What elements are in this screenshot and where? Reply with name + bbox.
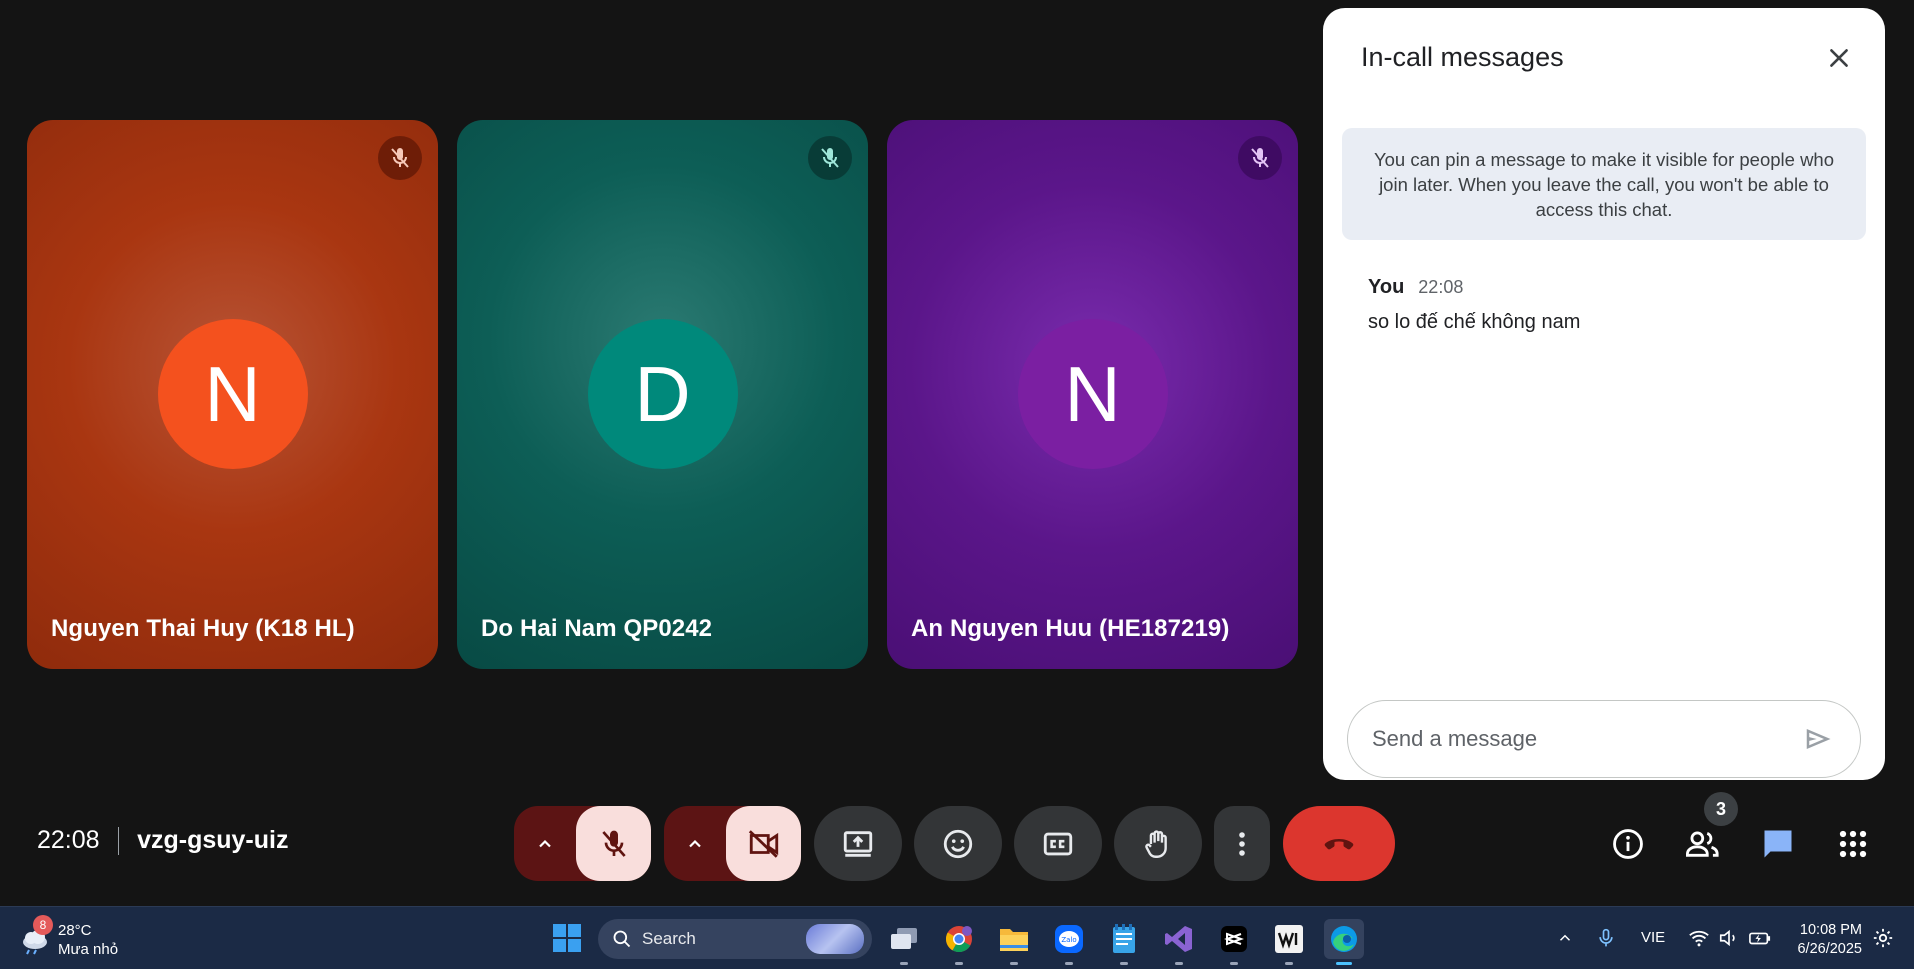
windows-logo-icon	[553, 924, 581, 952]
chevron-up-icon	[539, 839, 551, 847]
info-icon	[1613, 829, 1643, 859]
people-icon	[1686, 831, 1719, 857]
participant-name: An Nguyen Huu (HE187219)	[911, 615, 1230, 642]
in-call-messages-panel: In-call messages You can pin a message t…	[1323, 8, 1885, 780]
message-input[interactable]	[1372, 726, 1800, 752]
search-icon	[613, 930, 631, 948]
more-options-button[interactable]	[1214, 806, 1270, 881]
muted-mic-icon	[1238, 136, 1282, 180]
file-explorer-icon[interactable]	[994, 919, 1034, 965]
avatar: D	[587, 319, 738, 469]
weather-badge: 8	[33, 915, 53, 935]
microphone-control-group	[514, 806, 651, 881]
meeting-details-button[interactable]	[1598, 814, 1658, 874]
participant-tile[interactable]: N Nguyen Thai Huy (K18 HL)	[27, 120, 438, 669]
message-text: so lo đế chế không nam	[1368, 311, 1581, 333]
leave-call-button[interactable]	[1283, 806, 1395, 881]
edge-icon[interactable]	[1324, 919, 1364, 965]
message-sender: You	[1368, 276, 1405, 298]
chevron-up-icon	[689, 839, 701, 847]
zalo-icon[interactable]: Zalo	[1049, 919, 1089, 965]
participant-tile[interactable]: D Do Hai Nam QP0242	[457, 120, 868, 669]
svg-text:Zalo: Zalo	[1061, 936, 1076, 944]
video-options-button[interactable]	[664, 806, 726, 881]
apps-grid-icon	[1839, 830, 1867, 858]
input-language[interactable]: VIE	[1641, 929, 1665, 946]
activities-button[interactable]	[1823, 814, 1883, 874]
wifi-icon	[1689, 930, 1709, 947]
search-label: Search	[642, 929, 696, 948]
audio-options-button[interactable]	[514, 806, 576, 881]
battery-charging-icon	[1749, 932, 1771, 945]
meeting-time: 22:08	[37, 826, 100, 854]
taskbar-search[interactable]: Search	[598, 919, 872, 959]
hang-up-icon	[1324, 838, 1354, 849]
capcut-icon[interactable]	[1214, 919, 1254, 965]
show-hidden-icons-icon[interactable]	[1556, 929, 1574, 947]
camera-off-icon	[748, 829, 778, 858]
start-button[interactable]	[552, 923, 582, 953]
toggle-microphone-button[interactable]	[576, 806, 651, 881]
panel-title: In-call messages	[1361, 42, 1564, 72]
avatar: N	[1017, 319, 1168, 469]
chat-icon	[1764, 830, 1792, 858]
avatar: N	[157, 319, 308, 469]
send-icon	[1806, 729, 1831, 749]
meeting-info: 22:08 vzg-gsuy-uiz	[37, 826, 288, 855]
participant-name: Nguyen Thai Huy (K18 HL)	[51, 615, 355, 642]
emoji-icon	[943, 829, 973, 858]
raise-hand-icon	[1145, 829, 1167, 858]
rain-cloud-icon: 8	[18, 915, 53, 957]
divider	[117, 826, 120, 855]
participant-count-badge: 3	[1704, 792, 1738, 826]
google-meet-window: N Nguyen Thai Huy (K18 HL) D Do Hai Nam …	[0, 0, 1914, 969]
meeting-code: vzg-gsuy-uiz	[137, 826, 289, 854]
volume-icon	[1719, 929, 1735, 947]
search-highlight-image	[806, 924, 864, 954]
participant-tile[interactable]: N An Nguyen Huu (HE187219)	[887, 120, 1298, 669]
microphone-in-use-icon[interactable]	[1596, 927, 1616, 949]
present-screen-icon	[843, 830, 873, 857]
participant-name: Do Hai Nam QP0242	[481, 615, 713, 642]
weather-description: Mưa nhỏ	[58, 941, 119, 958]
weather-temperature: 28°C	[58, 922, 92, 939]
mic-off-icon	[601, 830, 626, 857]
windows-taskbar: 8 28°C Mưa nhỏ Search Zalo VIE 10:08 PM …	[0, 906, 1914, 969]
toggle-camera-button[interactable]	[726, 806, 801, 881]
weather-widget[interactable]: 8 28°C Mưa nhỏ	[18, 915, 119, 959]
close-icon	[1830, 49, 1848, 67]
clock-date: 6/26/2025	[1797, 941, 1862, 957]
system-clock[interactable]: 10:08 PM 6/26/2025	[1797, 921, 1862, 959]
wix-icon[interactable]	[1269, 919, 1309, 965]
message-time: 22:08	[1418, 277, 1464, 297]
settings-gear-icon[interactable]	[1872, 927, 1894, 949]
visual-studio-icon[interactable]	[1159, 919, 1199, 965]
raise-hand-button[interactable]	[1114, 806, 1202, 881]
muted-mic-icon	[378, 136, 422, 180]
notepad-icon[interactable]	[1104, 919, 1144, 965]
message-composer	[1347, 700, 1861, 778]
chat-button[interactable]	[1748, 814, 1808, 874]
closed-captions-icon	[1043, 832, 1073, 855]
present-screen-button[interactable]	[814, 806, 902, 881]
participant-grid: N Nguyen Thai Huy (K18 HL) D Do Hai Nam …	[27, 120, 1298, 669]
more-vert-icon	[1239, 831, 1245, 856]
send-reaction-button[interactable]	[914, 806, 1002, 881]
clock-time: 10:08 PM	[1799, 922, 1862, 938]
close-panel-button[interactable]	[1819, 38, 1859, 78]
chat-message: You 22:08 so lo đế chế không nam	[1368, 276, 1848, 334]
camera-control-group	[664, 806, 801, 881]
muted-mic-icon	[808, 136, 852, 180]
chrome-icon[interactable]	[939, 919, 979, 965]
task-view-icon[interactable]	[884, 919, 924, 965]
captions-button[interactable]	[1014, 806, 1102, 881]
send-button[interactable]	[1800, 721, 1836, 757]
pin-info-notice: You can pin a message to make it visible…	[1342, 128, 1866, 240]
